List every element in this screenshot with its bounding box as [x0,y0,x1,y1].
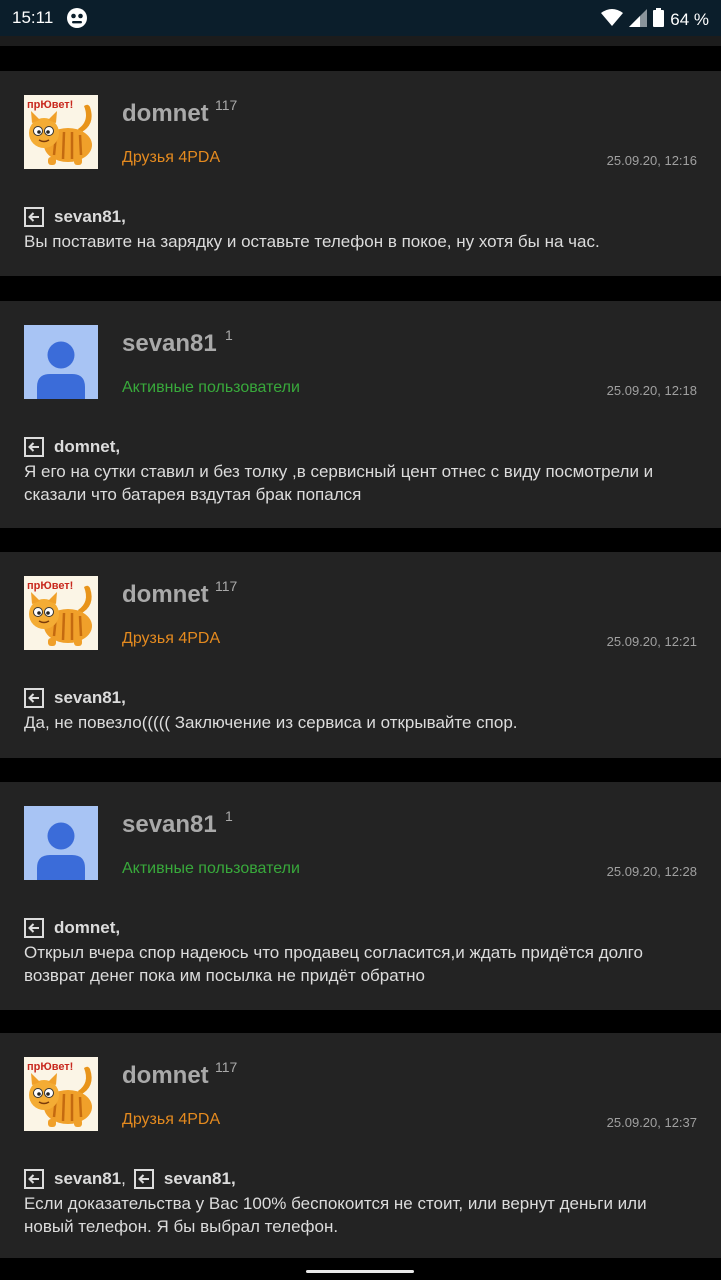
post-text: Открыл вчера спор надеюсь что продавец с… [24,943,643,985]
reply-to-line: sevan81, [24,688,126,708]
reply-separator: , [115,437,121,456]
author-name[interactable]: domnet [122,100,209,128]
forum-post: sevan81 1 Активные пользователи 25.09.20… [0,301,721,528]
reply-to-line: sevan81, sevan81, [24,1169,236,1189]
forum-post: прЮвет! domnet 117 Друзья 4PDA 25.09.20,… [0,552,721,758]
user-group: Друзья 4PDA [122,1111,221,1128]
quote-reply-icon [24,688,44,708]
post-date: 25.09.20, 12:28 [606,864,697,879]
user-avatar[interactable] [24,325,98,399]
reply-separator: , [121,688,126,707]
signal-icon [629,8,648,32]
user-group: Активные пользователи [122,379,300,396]
post-date: 25.09.20, 12:16 [606,153,697,168]
svg-text:прЮвет!: прЮвет! [27,1061,73,1073]
quote-reply-icon [24,918,44,938]
user-group: Активные пользователи [122,860,300,877]
reputation-count[interactable]: 117 [215,578,237,594]
post-text: Если доказательства у Вас 100% беспокоит… [24,1194,647,1236]
reply-to-line: domnet, [24,918,120,938]
quote-reply-icon [133,1169,154,1189]
reply-to-username[interactable]: sevan81 [54,207,121,227]
reply-separator: , [121,207,126,226]
smiley-app-icon [66,7,88,29]
post-date: 25.09.20, 12:37 [606,1115,697,1130]
post-text: Вы поставите на зарядку и оставьте телеф… [24,232,600,251]
author-name[interactable]: domnet [122,581,209,609]
status-bar: 15:11 64 % [0,0,721,36]
reply-to-username[interactable]: sevan81 [164,1169,231,1189]
forum-post: sevan81 1 Активные пользователи 25.09.20… [0,782,721,1010]
post-date: 25.09.20, 12:18 [606,383,697,398]
quote-reply-icon [24,437,44,457]
reputation-count[interactable]: 1 [225,808,233,824]
post-date: 25.09.20, 12:21 [606,634,697,649]
gesture-navigation-bar[interactable] [306,1270,414,1273]
svg-text:прЮвет!: прЮвет! [27,580,73,592]
user-avatar[interactable]: прЮвет! [24,576,98,650]
user-group: Друзья 4PDA [122,630,221,647]
user-avatar[interactable] [24,806,98,880]
reply-separator: , [121,1169,126,1188]
battery-percent: 64 % [670,10,709,29]
svg-text:прЮвет!: прЮвет! [27,99,73,111]
user-avatar[interactable]: прЮвет! [24,95,98,169]
reply-to-line: domnet, [24,437,120,457]
reputation-count[interactable]: 117 [215,1059,237,1075]
author-name[interactable]: sevan81 [122,811,217,839]
quote-reply-icon [24,1169,44,1189]
post-feed [0,36,721,46]
reply-to-username[interactable]: domnet [54,437,115,457]
forum-post: прЮвет! domnet 117 Друзья 4PDA 25.09.20,… [0,71,721,276]
reputation-count[interactable]: 117 [215,97,237,113]
quote-reply-icon [24,207,44,227]
user-group: Друзья 4PDA [122,149,221,166]
author-name[interactable]: domnet [122,1062,209,1090]
reply-separator: , [230,1169,236,1188]
wifi-icon [601,8,624,32]
reply-separator: , [115,918,121,937]
reply-to-line: sevan81, [24,207,126,227]
post-text: Да, не повезло((((( Заключение из сервис… [24,713,518,732]
feed-top-strip [0,36,721,46]
battery-icon [653,8,665,32]
user-avatar[interactable]: прЮвет! [24,1057,98,1131]
reputation-count[interactable]: 1 [225,327,233,343]
reply-to-username[interactable]: sevan81 [54,688,121,708]
reply-to-username[interactable]: sevan81 [54,1169,121,1189]
post-text: Я его на сутки ставил и без толку ,в сер… [24,462,654,504]
status-time: 15:11 [12,8,54,27]
reply-to-username[interactable]: domnet [54,918,115,938]
author-name[interactable]: sevan81 [122,330,217,358]
forum-post: прЮвет! domnet 117 Друзья 4PDA 25.09.20,… [0,1033,721,1258]
